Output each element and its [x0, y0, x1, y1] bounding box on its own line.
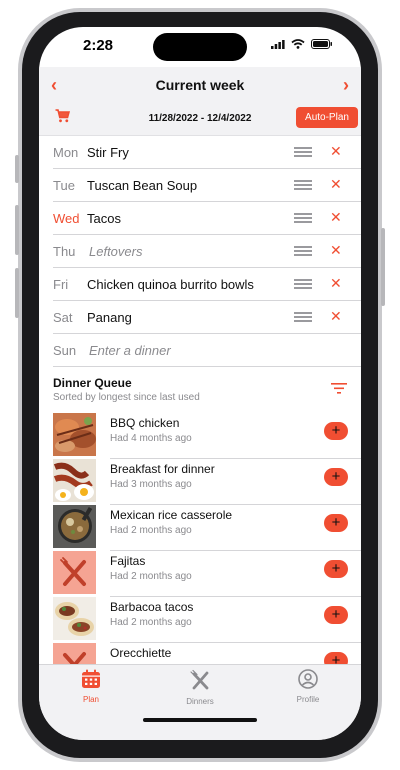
queue-item-name: Barbacoa tacos [110, 600, 194, 614]
remove-icon[interactable]: ✕ [330, 242, 342, 259]
dinner-name[interactable]: Chicken quinoa burrito bowls [87, 277, 254, 292]
queue-item-text: Barbacoa tacos Had 2 months ago [110, 597, 361, 643]
drag-handle-icon[interactable] [294, 180, 312, 190]
drag-handle-icon[interactable] [294, 312, 312, 322]
queue-item-last-had: Had 3 months ago [110, 479, 192, 490]
queue-item-text: Mexican rice casserole Had 2 months ago [110, 505, 361, 551]
silent-switch [15, 155, 19, 183]
add-to-plan-button[interactable]: + [324, 468, 348, 486]
queue-item[interactable]: Barbacoa tacos Had 2 months ago + [53, 597, 361, 643]
day-row-sun[interactable]: Sun Enter a dinner [53, 333, 361, 367]
day-label: Wed [53, 211, 80, 226]
day-label: Thu [53, 244, 76, 259]
calendar-icon [82, 669, 100, 688]
queue-item-name: Mexican rice casserole [110, 508, 233, 522]
dinner-input[interactable]: Enter a dinner [89, 343, 171, 358]
navigation-bar: ‹ Current week › [39, 67, 361, 101]
status-icons [271, 39, 333, 49]
add-to-plan-button[interactable]: + [324, 560, 348, 578]
app-screen: 2:28 ‹ Current week › 11/28/2022 - 12/4/… [39, 27, 361, 740]
next-week-chevron-icon[interactable]: › [343, 75, 349, 96]
tab-bar: Plan Dinners Profile [39, 664, 361, 740]
remove-icon[interactable]: ✕ [330, 143, 342, 160]
queue-item-last-had: Had 2 months ago [110, 571, 192, 582]
dynamic-island [153, 33, 247, 61]
page-title: Current week [155, 77, 245, 93]
day-row-sat[interactable]: Sat Panang ✕ [53, 300, 361, 334]
queue-title: Dinner Queue [53, 376, 132, 390]
queue-subtitle: Sorted by longest since last used [53, 392, 200, 403]
fork-knife-placeholder-icon [53, 551, 96, 594]
dinner-name[interactable]: Tuscan Bean Soup [87, 178, 197, 193]
tab-plan[interactable]: Plan [56, 669, 126, 704]
queue-item[interactable]: Fajitas Had 2 months ago + [53, 551, 361, 597]
drag-handle-icon[interactable] [294, 246, 312, 256]
wifi-icon [291, 39, 305, 49]
signal-icon [271, 39, 285, 49]
remove-icon[interactable]: ✕ [330, 275, 342, 292]
queue-item-last-had: Had 4 months ago [110, 433, 192, 444]
tab-profile[interactable]: Profile [273, 669, 343, 704]
queue-item-text: BBQ chicken Had 4 months ago [110, 413, 361, 459]
day-label: Sat [53, 310, 73, 325]
day-label: Fri [53, 277, 69, 292]
volume-up-button [15, 205, 19, 255]
queue-item-last-had: Had 2 months ago [110, 617, 192, 628]
profile-icon [298, 669, 318, 689]
drag-handle-icon[interactable] [294, 279, 312, 289]
day-row-thu[interactable]: Thu Leftovers ✕ [53, 234, 361, 268]
day-label: Sun [53, 343, 77, 358]
queue-item-last-had: Had 2 months ago [110, 525, 192, 536]
queue-item[interactable]: Mexican rice casserole Had 2 months ago … [53, 505, 361, 551]
home-indicator [143, 718, 257, 722]
day-label: Tue [53, 178, 75, 193]
dinner-name[interactable]: Tacos [87, 211, 121, 226]
queue-item-text: Breakfast for dinner Had 3 months ago [110, 459, 361, 505]
battery-icon [311, 39, 332, 49]
day-row-fri[interactable]: Fri Chicken quinoa burrito bowls ✕ [53, 267, 361, 301]
drag-handle-icon[interactable] [294, 147, 312, 157]
add-to-plan-button[interactable]: + [324, 422, 348, 440]
queue-item-name: Breakfast for dinner [110, 462, 215, 476]
queue-item-name: Orecchiette [110, 646, 172, 660]
fork-knife-icon [190, 669, 209, 690]
mexican-rice-casserole-photo [53, 505, 96, 548]
status-time: 2:28 [83, 37, 114, 54]
breakfast-for-dinner-photo [53, 459, 96, 502]
dinner-name[interactable]: Leftovers [89, 244, 142, 259]
week-header: 11/28/2022 - 12/4/2022 Auto-Plan [39, 101, 361, 136]
dinner-name[interactable]: Stir Fry [87, 145, 129, 160]
side-button [381, 228, 385, 306]
filter-icon[interactable] [331, 383, 347, 394]
drag-handle-icon[interactable] [294, 213, 312, 223]
add-to-plan-button[interactable]: + [324, 514, 348, 532]
barbacoa-tacos-photo [53, 597, 96, 640]
remove-icon[interactable]: ✕ [330, 308, 342, 325]
queue-item-text: Fajitas Had 2 months ago [110, 551, 361, 597]
day-label: Mon [53, 145, 79, 160]
day-row-mon[interactable]: Mon Stir Fry ✕ [53, 135, 361, 169]
tab-label: Dinners [186, 697, 214, 706]
remove-icon[interactable]: ✕ [330, 176, 342, 193]
day-row-tue[interactable]: Tue Tuscan Bean Soup ✕ [53, 168, 361, 202]
queue-item[interactable]: BBQ chicken Had 4 months ago + [53, 413, 361, 459]
bbq-chicken-photo [53, 413, 96, 456]
tab-label: Plan [82, 695, 99, 704]
dinner-name[interactable]: Panang [87, 310, 132, 325]
tab-dinners[interactable]: Dinners [165, 669, 235, 706]
day-row-wed[interactable]: Wed Tacos ✕ [53, 201, 361, 235]
auto-plan-button[interactable]: Auto-Plan [296, 107, 358, 128]
volume-down-button [15, 268, 19, 318]
queue-item-name: BBQ chicken [110, 416, 180, 430]
queue-item[interactable]: Breakfast for dinner Had 3 months ago + [53, 459, 361, 505]
tab-label: Profile [296, 695, 320, 704]
remove-icon[interactable]: ✕ [330, 209, 342, 226]
queue-item-name: Fajitas [110, 554, 146, 568]
add-to-plan-button[interactable]: + [324, 606, 348, 624]
